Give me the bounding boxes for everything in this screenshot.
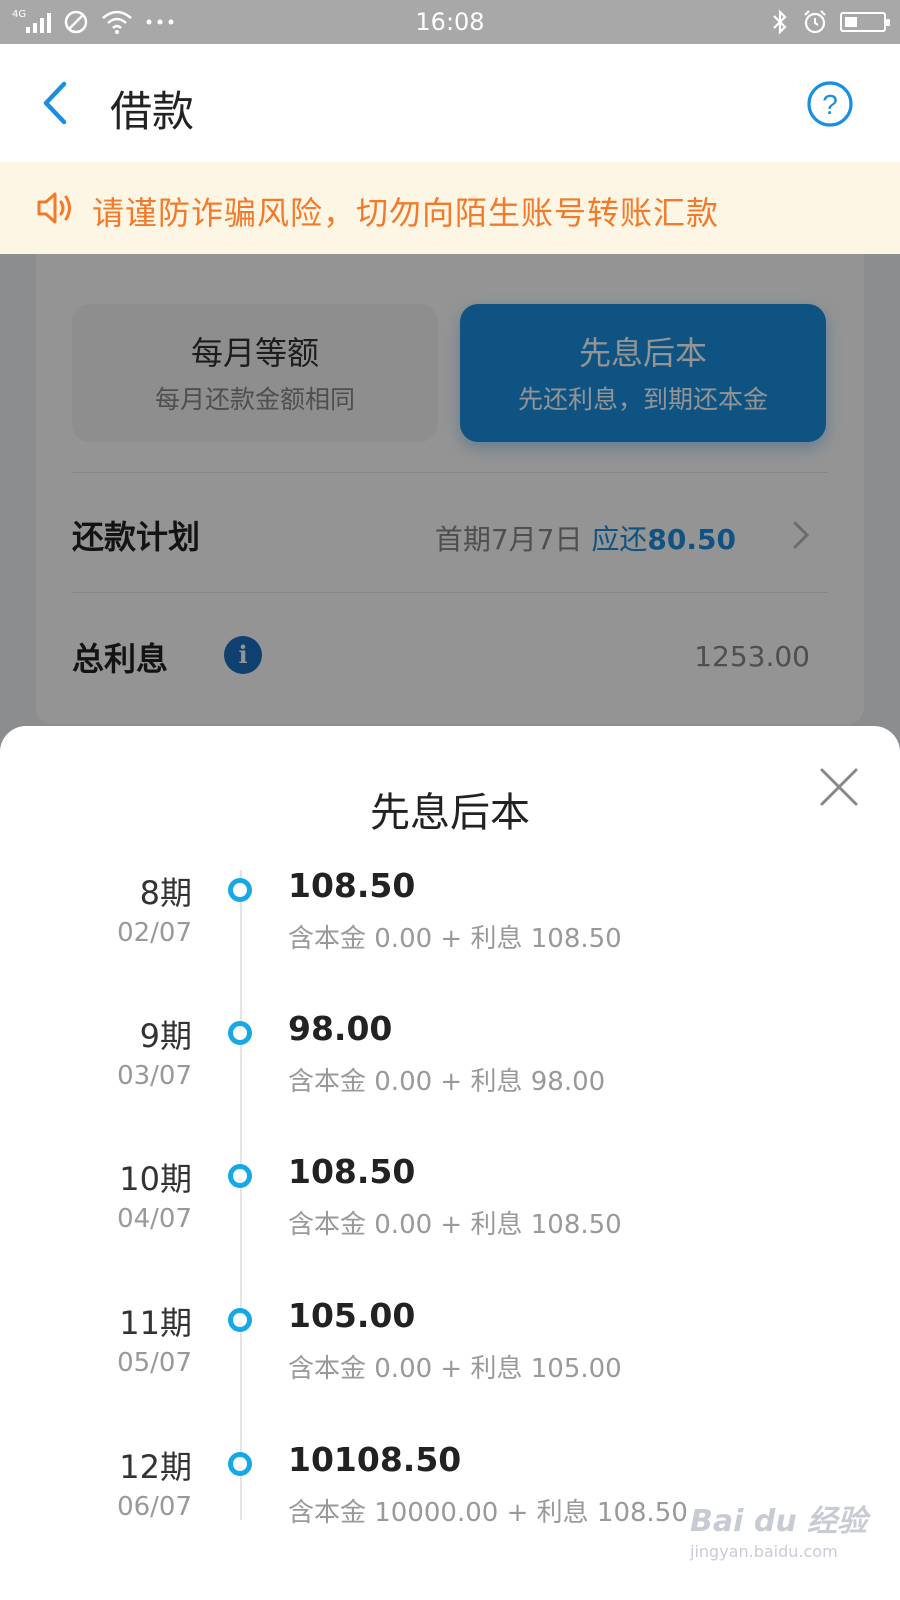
- timeline-item: 9期 03/07 98.00 含本金 0.00 + 利息 98.00: [0, 1009, 900, 1131]
- item-date: 04/07: [117, 1204, 192, 1234]
- page-title: 借款: [110, 87, 195, 136]
- item-detail: 含本金 10000.00 + 利息 108.50: [288, 1498, 688, 1528]
- item-amount: 105.00: [288, 1296, 416, 1335]
- fraud-notice-bar: 请谨防诈骗风险，切勿向陌生账号转账汇款: [0, 162, 900, 254]
- timeline-dot-icon: [228, 1164, 252, 1188]
- item-date: 06/07: [117, 1492, 192, 1522]
- timeline-item: 11期 05/07 105.00 含本金 0.00 + 利息 105.00: [0, 1296, 900, 1418]
- bluetooth-icon: [773, 9, 787, 35]
- item-period: 10期: [119, 1160, 192, 1198]
- item-amount: 108.50: [288, 1152, 416, 1191]
- item-period: 12期: [119, 1448, 192, 1486]
- watermark-sub: jingyan.baidu.com: [690, 1542, 838, 1561]
- item-detail: 含本金 0.00 + 利息 108.50: [288, 924, 622, 954]
- status-bar: 4G 16:08: [0, 0, 900, 44]
- item-amount: 108.50: [288, 866, 416, 905]
- status-time: 16:08: [415, 8, 485, 36]
- alarm-icon: [804, 10, 826, 34]
- item-date: 05/07: [117, 1348, 192, 1378]
- timeline-dot-icon: [228, 1021, 252, 1045]
- item-amount: 98.00: [288, 1009, 393, 1048]
- item-detail: 含本金 0.00 + 利息 108.50: [288, 1210, 622, 1240]
- timeline-dot-icon: [228, 1308, 252, 1332]
- item-period: 8期: [139, 874, 192, 912]
- baidu-watermark: Bai du 经验 jingyan.baidu.com: [690, 1496, 870, 1576]
- battery-icon: [840, 12, 890, 32]
- speaker-icon: [37, 192, 71, 224]
- back-arrow-icon[interactable]: [36, 78, 76, 128]
- close-icon[interactable]: [818, 766, 860, 808]
- svg-text:?: ?: [822, 89, 838, 120]
- timeline-dot-icon: [228, 878, 252, 902]
- notice-text: 请谨防诈骗风险，切勿向陌生账号转账汇款: [92, 194, 720, 232]
- repayment-plan-sheet: 先息后本 8期 02/07 108.50 含本金 0.00 + 利息 108.5…: [0, 726, 900, 1600]
- item-period: 9期: [139, 1017, 192, 1055]
- timeline-dot-icon: [228, 1452, 252, 1476]
- item-detail: 含本金 0.00 + 利息 105.00: [288, 1354, 622, 1384]
- timeline-item: 10期 04/07 108.50 含本金 0.00 + 利息 108.50: [0, 1152, 900, 1274]
- item-period: 11期: [119, 1304, 192, 1342]
- item-amount: 10108.50: [288, 1440, 462, 1479]
- timeline-item: 8期 02/07 108.50 含本金 0.00 + 利息 108.50: [0, 866, 900, 988]
- status-right: [770, 0, 890, 44]
- item-date: 02/07: [117, 918, 192, 948]
- help-icon[interactable]: ?: [806, 80, 854, 128]
- sheet-title: 先息后本: [370, 790, 530, 836]
- item-detail: 含本金 0.00 + 利息 98.00: [288, 1067, 606, 1097]
- item-date: 03/07: [117, 1061, 192, 1091]
- watermark-main: Bai du 经验: [690, 1504, 868, 1539]
- app-header: 借款 ?: [0, 44, 900, 162]
